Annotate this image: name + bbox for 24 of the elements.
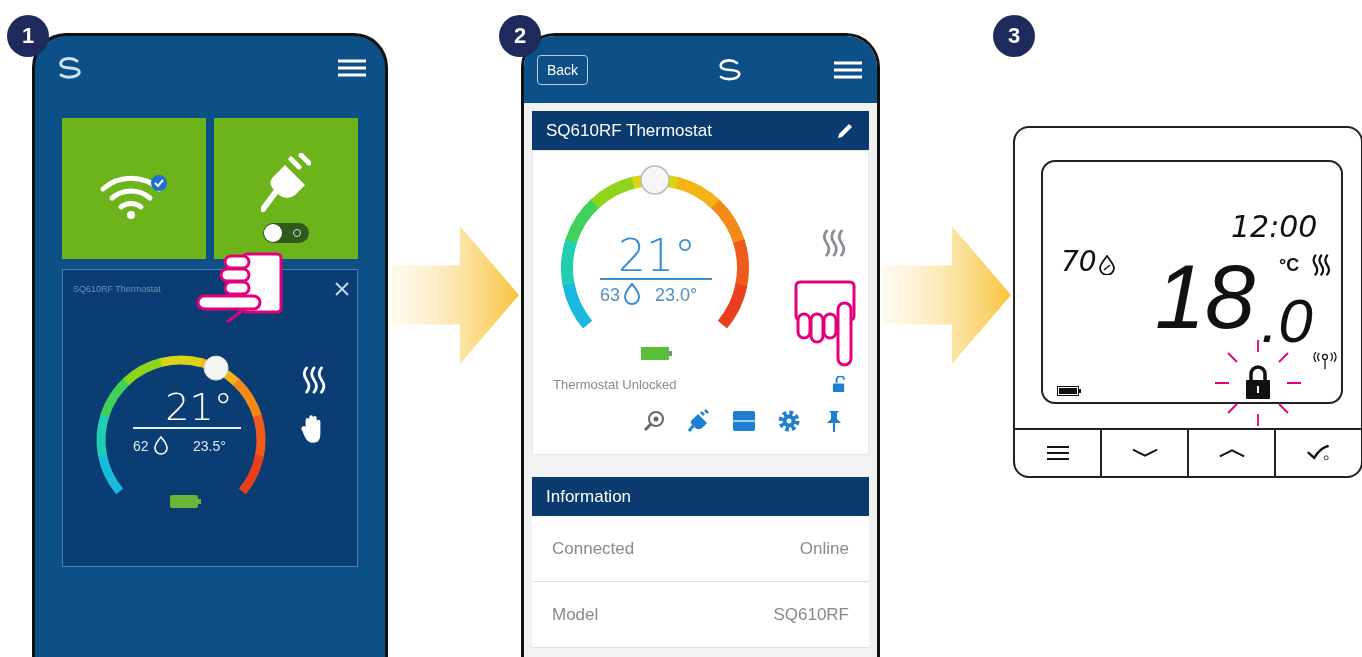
step-number: 2 xyxy=(499,15,541,57)
info-label: Connected xyxy=(552,538,635,559)
card-title: SQ610RF Thermostat xyxy=(73,284,161,294)
section-title: Information xyxy=(546,486,632,507)
info-label: Model xyxy=(552,604,599,625)
card-title: SQ610RF Thermostat xyxy=(546,120,712,141)
temperature-value: 18 xyxy=(1155,252,1256,342)
setpoint-temperature: 21° xyxy=(618,230,696,281)
info-value: Online xyxy=(799,538,849,559)
info-value: SQ610RF xyxy=(773,604,849,625)
temperature-decimal: .0 xyxy=(1261,290,1313,352)
lock-status: Thermostat Unlocked xyxy=(553,376,677,392)
current-temperature: 23.0° xyxy=(655,285,698,305)
current-temperature: 23.5° xyxy=(193,438,226,454)
humidity-value: 62 xyxy=(133,438,149,454)
back-button[interactable]: Back xyxy=(537,54,589,85)
thermostat-card[interactable]: SQ610RF Thermostat 21° 62 23.5° xyxy=(62,269,358,567)
temperature-unit: °C xyxy=(1279,255,1300,276)
clock-time: 12:00 xyxy=(1231,212,1318,242)
step-number: 3 xyxy=(993,15,1035,57)
humidity-value: 70 xyxy=(1061,248,1097,276)
step-number: 1 xyxy=(7,15,49,57)
setpoint-temperature: 21° xyxy=(165,385,233,429)
humidity-value: 63 xyxy=(600,285,621,305)
